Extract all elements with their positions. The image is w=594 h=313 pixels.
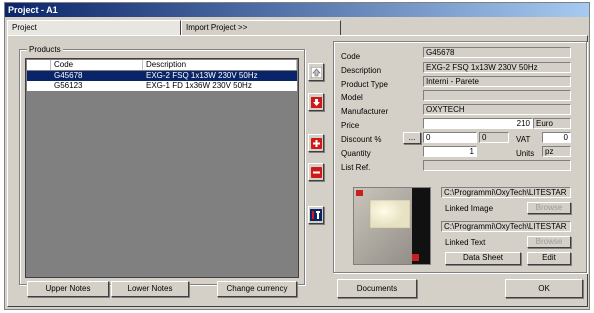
price-input[interactable]: 210 [423,118,533,129]
window-title: Project - A1 [5,3,589,17]
description-field: EXG-2 FSQ 1x13W 230V 50Hz [423,62,571,73]
edit-button[interactable]: Edit [527,252,571,265]
code-label: Code [341,52,361,61]
move-down-button[interactable] [308,93,324,111]
plus-icon [310,137,322,149]
data-sheet-button[interactable]: Data Sheet [445,252,521,265]
vat-label: VAT [516,135,531,144]
products-list[interactable]: Code Description G45678 EXG-2 FSQ 1x13W … [25,58,299,278]
arrow-down-icon [310,96,322,108]
row-code: G56123 [54,81,83,90]
documents-button[interactable]: Documents [337,279,417,298]
minus-icon [310,166,322,178]
linked-image-browse-button[interactable]: Browse [527,202,571,214]
currency-field: Euro [533,118,571,129]
quantity-label: Quantity [341,149,371,158]
linked-image-path: C:\Programmi\OxyTech\LITESTAR [441,187,571,198]
change-currency-button[interactable]: Change currency [217,281,297,297]
tools-button[interactable] [308,206,324,224]
product-preview-image [353,187,431,265]
lower-notes-button[interactable]: Lower Notes [111,281,189,297]
discount-label: Discount % [341,135,382,144]
list-ref-field [423,160,571,171]
tools-icon [310,209,322,221]
product-type-field: Interni - Parete [423,76,571,87]
list-ref-label: List Ref. [341,163,371,172]
linked-text-path: C:\Programmi\OxyTech\LITESTAR [441,221,571,232]
manufacturer-label: Manufacturer [341,107,389,116]
product-type-label: Product Type [341,80,388,89]
luminaire-image [354,188,430,264]
units-field: pz [542,146,571,157]
code-field: G45678 [423,47,571,58]
vat-input[interactable]: 0 [542,132,571,143]
linked-text-browse-button[interactable]: Browse [527,236,571,248]
discount-extra-field: 0 [479,132,509,143]
upper-notes-button[interactable]: Upper Notes [27,281,109,297]
ok-button[interactable]: OK [505,279,583,298]
linked-image-label: Linked Image [445,204,494,213]
description-label: Description [341,66,382,75]
model-field [423,90,571,101]
products-list-header: Code Description [27,60,297,70]
table-row[interactable]: G56123 EXG-1 FD 1x36W 230V 50Hz [27,81,297,91]
tab-import-project[interactable]: Import Project >> [181,20,341,35]
table-row[interactable]: G45678 EXG-2 FSQ 1x13W 230V 50Hz [27,71,297,81]
column-header-code[interactable]: Code [51,60,143,70]
discount-input[interactable]: 0 [423,132,477,143]
manufacturer-field: OXYTECH [423,104,571,115]
products-group-label: Products [27,45,63,54]
quantity-input[interactable]: 1 [423,146,477,157]
row-code: G45678 [54,71,83,80]
remove-product-button[interactable] [308,163,324,181]
column-spacer [27,60,51,70]
linked-text-label: Linked Text [445,238,486,247]
row-description: EXG-2 FSQ 1x13W 230V 50Hz [146,71,258,80]
discount-options-button[interactable]: ... [403,132,421,144]
arrow-up-icon [310,66,322,78]
tab-project[interactable]: Project [7,20,181,35]
project-window: Project - A1 Project Import Project >> P… [4,2,590,310]
model-label: Model [341,93,363,102]
add-product-button[interactable] [308,134,324,152]
row-description: EXG-1 FD 1x36W 230V 50Hz [146,81,252,90]
price-label: Price [341,121,360,130]
column-header-description[interactable]: Description [143,60,297,70]
move-up-button[interactable] [308,63,324,81]
units-label: Units [516,149,535,158]
